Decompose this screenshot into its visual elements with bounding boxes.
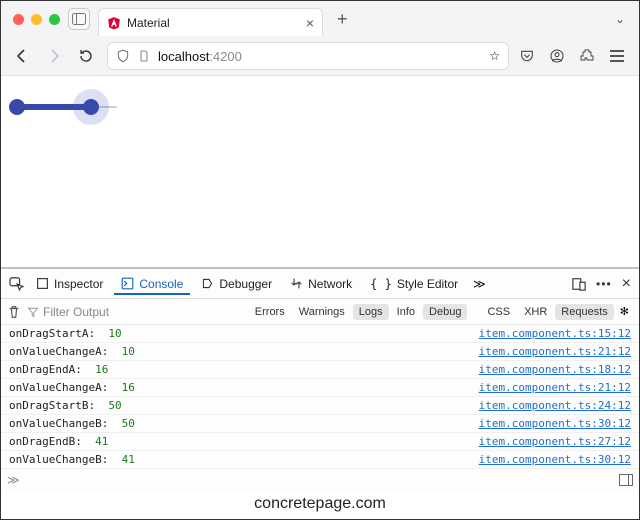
console-msg: onDragEndB: 41 [9,435,108,448]
console-msg: onValueChangeB: 41 [9,453,135,466]
angular-favicon-icon [107,16,121,30]
console-row: onDragEndA: 16 item.component.ts:18:12 [1,361,639,379]
address-bar: localhost:4200 ☆ [1,37,639,75]
account-icon[interactable] [549,48,569,64]
devtools-menu-icon[interactable]: ••• [596,277,612,291]
footer-watermark: concretepage.com [1,491,639,519]
tab-style-editor[interactable]: { }Style Editor [363,273,465,295]
console-msg: onValueChangeA: 16 [9,381,135,394]
tab-console[interactable]: Console [114,273,190,295]
slider-thumb-a[interactable] [9,99,25,115]
tabs-overflow-icon[interactable]: ≫ [469,277,490,291]
filter-errors[interactable]: Errors [249,304,291,320]
console-msg: onValueChangeB: 50 [9,417,135,430]
console-source-link[interactable]: item.component.ts:15:12 [479,327,631,340]
window-max-dot[interactable] [49,14,60,25]
filter-xhr[interactable]: XHR [518,304,553,320]
filter-logs[interactable]: Logs [353,304,389,320]
filter-info[interactable]: Info [391,304,421,320]
clear-console-icon[interactable] [7,305,21,319]
responsive-mode-icon[interactable] [572,277,586,291]
console-prompt[interactable]: ≫ [1,469,639,491]
window-close-dot[interactable] [13,14,24,25]
braces-icon: { } [370,277,392,291]
devtools-close-icon[interactable]: × [622,275,631,293]
console-row: onDragStartB: 50 item.component.ts:24:12 [1,397,639,415]
filter-css[interactable]: CSS [481,304,516,320]
console-source-link[interactable]: item.component.ts:27:12 [479,435,631,448]
network-icon [290,277,303,290]
split-console-icon[interactable] [619,474,633,486]
tab-network[interactable]: Network [283,273,359,295]
range-slider[interactable] [3,88,123,128]
tab-inspector[interactable]: Inspector [29,273,110,295]
tab-close-icon[interactable]: × [306,15,314,31]
console-msg: onDragStartB: 50 [9,399,122,412]
prompt-chevron-icon: ≫ [7,473,20,487]
console-output: onDragStartA: 10item.component.ts:15:12o… [1,325,639,469]
page-icon [138,49,150,63]
debugger-icon [201,277,214,290]
funnel-icon [27,306,39,318]
sidebar-toggle-icon[interactable] [68,8,90,30]
window-min-dot[interactable] [31,14,42,25]
console-row: onDragEndB: 41 item.component.ts:27:12 [1,433,639,451]
extensions-icon[interactable] [579,48,599,64]
console-icon [121,277,134,290]
slider-thumb-b[interactable] [83,99,99,115]
console-row: onValueChangeA: 16 item.component.ts:21:1… [1,379,639,397]
forward-button [43,45,65,67]
console-msg: onValueChangeA: 10 [9,345,135,358]
filter-requests[interactable]: Requests [555,304,613,320]
bookmark-star-icon[interactable]: ☆ [489,49,500,63]
devtools-panel: Inspector Console Debugger Network { }St… [1,267,639,491]
tab-debugger[interactable]: Debugger [194,273,279,295]
console-source-link[interactable]: item.component.ts:21:12 [479,345,631,358]
console-msg: onDragEndA: 16 [9,363,108,376]
url-text: localhost:4200 [158,49,242,64]
tab-bar: Material × + ⌄ [1,1,639,37]
filter-output-input[interactable]: Filter Output [27,305,207,319]
console-source-link[interactable]: item.component.ts:21:12 [479,381,631,394]
filter-debug[interactable]: Debug [423,304,467,320]
new-tab-icon[interactable]: + [331,9,354,30]
console-msg: onDragStartA: 10 [9,327,122,340]
filter-warnings[interactable]: Warnings [293,304,351,320]
console-source-link[interactable]: item.component.ts:24:12 [479,399,631,412]
console-row: onValueChangeB: 50 item.component.ts:30:1… [1,415,639,433]
browser-tab[interactable]: Material × [98,8,323,36]
console-settings-icon[interactable]: ✻ [616,305,633,318]
page-content [1,76,639,128]
url-input[interactable]: localhost:4200 ☆ [107,42,509,70]
tab-title: Material [127,16,300,30]
pocket-icon[interactable] [519,48,539,64]
console-row: onValueChangeB: 41 item.component.ts:30:1… [1,451,639,469]
console-source-link[interactable]: item.component.ts:30:12 [479,417,631,430]
console-source-link[interactable]: item.component.ts:18:12 [479,363,631,376]
shield-icon [116,49,130,63]
console-source-link[interactable]: item.component.ts:30:12 [479,453,631,466]
console-row: onValueChangeA: 10 item.component.ts:21:1… [1,343,639,361]
back-button[interactable] [11,45,33,67]
console-row: onDragStartA: 10 item.component.ts:15:12 [1,325,639,343]
pick-element-icon[interactable] [9,277,25,291]
inspector-icon [36,277,49,290]
menu-icon[interactable] [609,49,629,63]
tabs-overflow-icon[interactable]: ⌄ [609,12,631,26]
reload-button[interactable] [75,45,97,67]
